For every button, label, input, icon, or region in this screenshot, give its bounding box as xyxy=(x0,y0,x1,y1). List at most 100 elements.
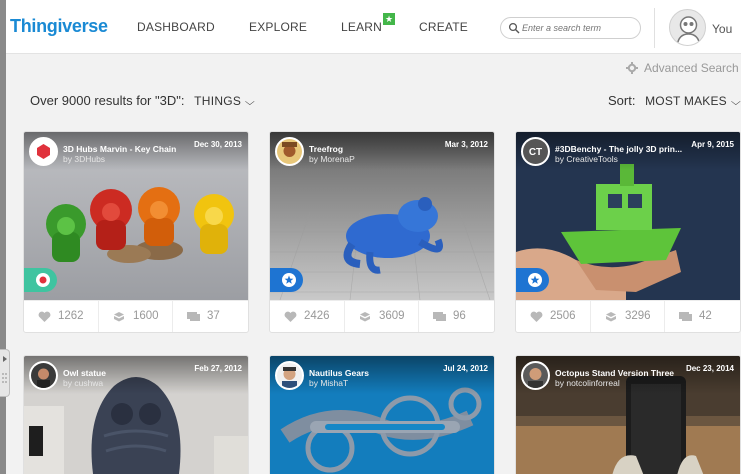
card-header-overlay: CT #3DBenchy - The jolly 3D prin... by C… xyxy=(516,132,740,170)
thing-title[interactable]: #3DBenchy - The jolly 3D prin... xyxy=(555,144,682,154)
thing-card[interactable]: Octopus Stand Version Three by notcolinf… xyxy=(515,355,741,474)
search-icon[interactable] xyxy=(508,22,520,34)
creator-avatar[interactable] xyxy=(275,361,304,390)
like-button[interactable]: 2506 xyxy=(516,301,590,332)
like-button[interactable]: 2426 xyxy=(270,301,344,332)
heart-icon xyxy=(530,311,543,322)
comment-button[interactable]: 42 xyxy=(664,301,738,332)
collection-icon xyxy=(606,312,616,322)
divider xyxy=(654,8,655,48)
thing-title[interactable]: Octopus Stand Version Three xyxy=(555,368,674,378)
gear-icon xyxy=(626,62,638,74)
sort-dropdown[interactable]: MOST MAKES ⌵ xyxy=(645,94,740,108)
creator-photo xyxy=(523,363,548,388)
creator-avatar[interactable] xyxy=(275,137,304,166)
featured-icon xyxy=(36,273,50,287)
thing-author[interactable]: by notcolinforreal xyxy=(555,378,620,388)
collect-count: 3296 xyxy=(625,310,651,322)
thingiverse-logo[interactable]: Thingiverse xyxy=(10,16,108,37)
nav-learn[interactable]: LEARN xyxy=(341,20,382,34)
nav-create[interactable]: CREATE xyxy=(419,20,468,34)
thing-stats: 2426 3609 96 xyxy=(270,300,494,332)
thing-card[interactable]: CT #3DBenchy - The jolly 3D prin... by C… xyxy=(515,131,741,333)
comment-icon xyxy=(433,312,446,321)
user-menu-label[interactable]: You xyxy=(712,22,732,36)
creator-photo xyxy=(31,363,56,388)
comment-count: 37 xyxy=(207,310,220,322)
thing-date: Jul 24, 2012 xyxy=(443,364,488,373)
advanced-search-link[interactable]: Advanced Search xyxy=(626,61,739,75)
svg-text:CT: CT xyxy=(529,147,542,158)
comment-button[interactable]: 37 xyxy=(172,301,246,332)
thing-author[interactable]: by cushwa xyxy=(63,378,103,388)
like-button[interactable]: 1262 xyxy=(24,301,98,332)
creator-avatar[interactable] xyxy=(521,361,550,390)
thing-stats: 1262 1600 37 xyxy=(24,300,248,332)
thing-title[interactable]: 3D Hubs Marvin - Key Chain xyxy=(63,144,176,154)
results-summary: Over 9000 results for "3D": THINGS ⌵ xyxy=(30,93,256,108)
creator-photo xyxy=(277,363,302,388)
thing-title[interactable]: Owl statue xyxy=(63,368,106,378)
thing-date: Apr 9, 2015 xyxy=(691,140,734,149)
thing-title[interactable]: Nautilus Gears xyxy=(309,368,369,378)
creator-avatar[interactable] xyxy=(29,137,58,166)
user-avatar[interactable] xyxy=(669,9,706,46)
star-icon xyxy=(528,273,542,287)
search-box[interactable] xyxy=(500,17,641,39)
staff-pick-badge xyxy=(270,268,303,292)
top-navbar: Thingiverse DASHBOARD EXPLORE LEARN ★ CR… xyxy=(6,0,741,54)
comment-icon xyxy=(187,312,200,321)
card-header-overlay: Nautilus Gears by MishaT Jul 24, 2012 xyxy=(270,356,494,394)
thing-card[interactable]: 3D Hubs Marvin - Key Chain by 3DHubs Dec… xyxy=(23,131,249,333)
thing-date: Dec 30, 2013 xyxy=(193,140,242,149)
star-icon xyxy=(282,273,296,287)
thing-author[interactable]: by 3DHubs xyxy=(63,154,105,164)
sort-label: Sort: xyxy=(608,93,636,108)
like-count: 2506 xyxy=(550,310,576,322)
card-header-overlay: Owl statue by cushwa Feb 27, 2012 xyxy=(24,356,248,394)
3dhubs-logo-icon xyxy=(31,139,56,164)
collection-icon xyxy=(114,312,124,322)
collect-button[interactable]: 3609 xyxy=(344,301,418,332)
nav-dashboard[interactable]: DASHBOARD xyxy=(137,20,215,34)
thing-date: Dec 23, 2014 xyxy=(685,364,734,373)
creator-avatar[interactable]: CT xyxy=(521,137,550,166)
card-header-overlay: Treefrog by MorenaP Mar 3, 2012 xyxy=(270,132,494,170)
staff-pick-badge xyxy=(516,268,549,292)
heart-icon xyxy=(38,311,51,322)
featured-badge xyxy=(24,268,57,292)
thing-card[interactable]: Treefrog by MorenaP Mar 3, 2012 2426 360… xyxy=(269,131,495,333)
advanced-search-label: Advanced Search xyxy=(644,61,739,75)
comment-button[interactable]: 96 xyxy=(418,301,492,332)
like-count: 2426 xyxy=(304,310,330,322)
learn-new-badge-icon: ★ xyxy=(383,13,395,25)
sidebar-toggle-handle[interactable] xyxy=(0,349,10,397)
comment-icon xyxy=(679,312,692,321)
thing-author[interactable]: by MorenaP xyxy=(309,154,355,164)
thing-date: Mar 3, 2012 xyxy=(444,140,488,149)
card-header-overlay: 3D Hubs Marvin - Key Chain by 3DHubs Dec… xyxy=(24,132,248,170)
page: Thingiverse DASHBOARD EXPLORE LEARN ★ CR… xyxy=(6,0,741,474)
collect-button[interactable]: 3296 xyxy=(590,301,664,332)
thing-date: Feb 27, 2012 xyxy=(194,364,242,373)
nav-explore[interactable]: EXPLORE xyxy=(249,20,307,34)
card-header-overlay: Octopus Stand Version Three by notcolinf… xyxy=(516,356,740,394)
collect-count: 3609 xyxy=(379,310,405,322)
chevron-down-icon: ⌵ xyxy=(245,97,256,108)
thing-author[interactable]: by CreativeTools xyxy=(555,154,618,164)
results-count-text: Over 9000 results for "3D": xyxy=(30,93,185,108)
sort-control: Sort: MOST MAKES ⌵ xyxy=(608,93,741,108)
thing-author[interactable]: by MishaT xyxy=(309,378,348,388)
collection-icon xyxy=(360,312,370,322)
heart-icon xyxy=(284,311,297,322)
creator-avatar[interactable] xyxy=(29,361,58,390)
robot-avatar-icon xyxy=(676,16,701,45)
thing-title[interactable]: Treefrog xyxy=(309,144,343,154)
collect-button[interactable]: 1600 xyxy=(98,301,172,332)
collect-count: 1600 xyxy=(133,310,159,322)
chevron-down-icon: ⌵ xyxy=(730,97,741,108)
results-filter-dropdown[interactable]: THINGS ⌵ xyxy=(194,94,256,108)
search-input[interactable] xyxy=(522,20,636,36)
thing-card[interactable]: Nautilus Gears by MishaT Jul 24, 2012 xyxy=(269,355,495,474)
thing-card[interactable]: Owl statue by cushwa Feb 27, 2012 xyxy=(23,355,249,474)
